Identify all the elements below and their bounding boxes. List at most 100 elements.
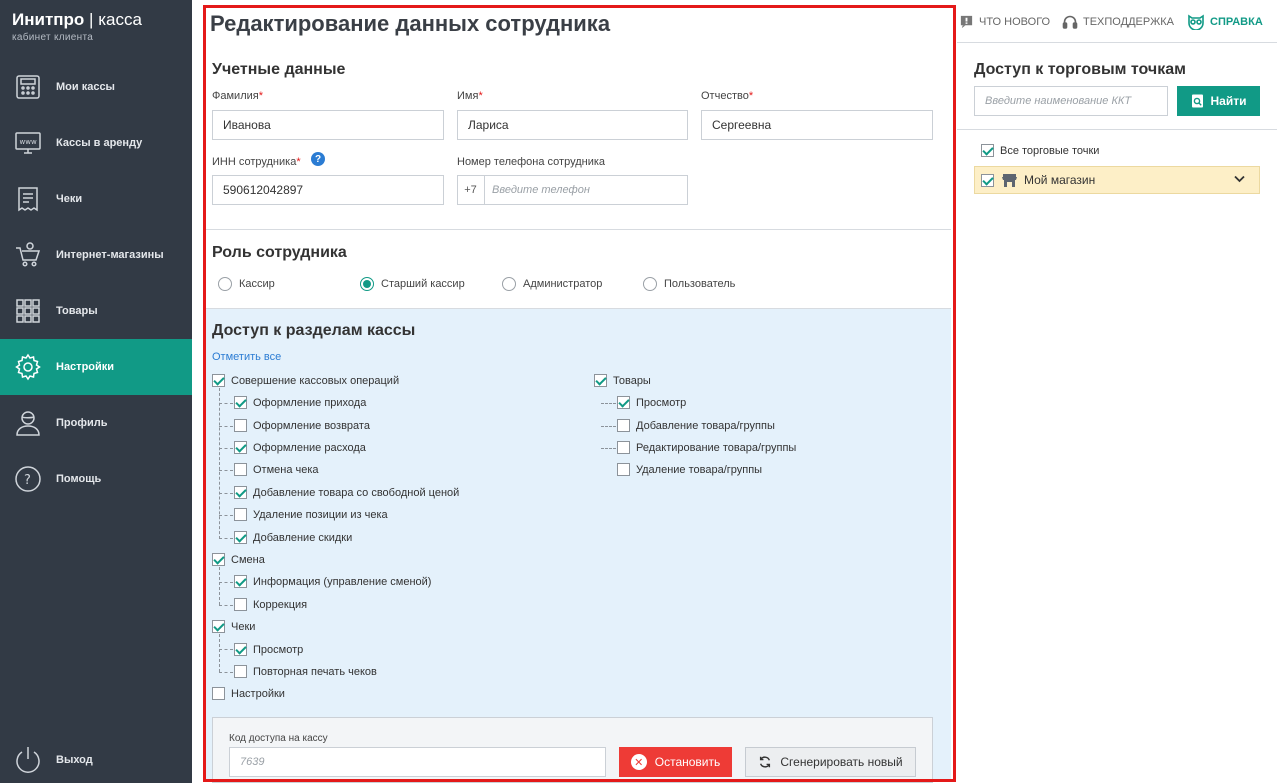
sidebar-item-help[interactable]: ? Помощь bbox=[0, 451, 192, 507]
help-icon[interactable]: ? bbox=[311, 152, 325, 166]
sidebar-item-label: Помощь bbox=[56, 473, 102, 485]
sidebar-item-my-kkt[interactable]: Мои кассы bbox=[0, 59, 192, 115]
perm-correction-checkbox[interactable]: Коррекция bbox=[234, 598, 307, 611]
perm-receipts-checkbox[interactable]: Чеки bbox=[212, 620, 255, 633]
perm-goods-add-checkbox[interactable]: Добавление товара/группы bbox=[617, 419, 775, 432]
right-divider bbox=[957, 129, 1277, 130]
help-link[interactable]: СПРАВКА bbox=[1187, 14, 1263, 30]
sidebar: Инитпро | касса кабинет клиента Мои касс… bbox=[0, 0, 192, 783]
store-checkbox[interactable] bbox=[981, 173, 994, 187]
regenerate-label: Сгенерировать новый bbox=[780, 755, 903, 769]
page-title: Редактирование данных сотрудника bbox=[210, 11, 611, 36]
user-icon bbox=[12, 407, 44, 439]
stop-button[interactable]: ✕ Остановить bbox=[619, 747, 732, 777]
sidebar-item-receipts[interactable]: Чеки bbox=[0, 171, 192, 227]
tree-line bbox=[219, 649, 233, 650]
section-divider bbox=[205, 308, 951, 309]
search-icon bbox=[1191, 94, 1204, 108]
checkbox-box bbox=[234, 396, 247, 409]
perm-income-checkbox[interactable]: Оформление прихода bbox=[234, 396, 366, 409]
chevron-down-icon[interactable] bbox=[1234, 175, 1245, 183]
tree-line bbox=[219, 582, 233, 583]
find-button[interactable]: Найти bbox=[1177, 86, 1260, 116]
stop-label: Остановить bbox=[654, 755, 721, 769]
checkbox-box bbox=[234, 508, 247, 521]
perm-refund-checkbox[interactable]: Оформление возврата bbox=[234, 419, 370, 432]
role-senior-cashier-radio[interactable]: Старший кассир bbox=[360, 277, 465, 291]
logout-button[interactable]: Выход bbox=[0, 732, 192, 783]
gear-icon bbox=[12, 351, 44, 383]
sidebar-nav: Мои кассы www Кассы в аренду Чеки Интерн… bbox=[0, 59, 192, 507]
grid-icon bbox=[12, 295, 44, 327]
checkbox-box bbox=[234, 419, 247, 432]
tree-line bbox=[219, 426, 233, 427]
logo[interactable]: Инитпро | касса кабинет клиента bbox=[12, 10, 142, 43]
perm-remove-item-checkbox[interactable]: Удаление позиции из чека bbox=[234, 508, 388, 521]
tree-line bbox=[601, 403, 616, 404]
checkbox-box bbox=[234, 486, 247, 499]
svg-text:?: ? bbox=[24, 473, 31, 488]
phone-label: Номер телефона сотрудника bbox=[457, 156, 606, 168]
perm-settings-checkbox[interactable]: Настройки bbox=[212, 687, 285, 700]
checkbox-box bbox=[617, 441, 630, 454]
role-cashier-radio[interactable]: Кассир bbox=[218, 277, 275, 291]
perm-expense-checkbox[interactable]: Оформление расхода bbox=[234, 441, 366, 454]
perm-goods-delete-checkbox[interactable]: Удаление товара/группы bbox=[617, 463, 762, 476]
sidebar-item-label: Товары bbox=[56, 305, 98, 317]
sidebar-item-web-shops[interactable]: Интернет-магазины bbox=[0, 227, 192, 283]
tree-line bbox=[219, 403, 233, 404]
perm-free-price-checkbox[interactable]: Добавление товара со свободной ценой bbox=[234, 486, 459, 499]
support-link[interactable]: ТЕХПОДДЕРЖКА bbox=[1062, 14, 1174, 30]
credentials-title: Учетные данные bbox=[212, 61, 346, 78]
patronymic-input[interactable]: Сергеевна bbox=[701, 110, 933, 140]
checkbox-box bbox=[212, 374, 225, 387]
access-code-input[interactable]: 7639 bbox=[229, 747, 606, 777]
checkbox-box bbox=[234, 643, 247, 656]
tree-line bbox=[219, 388, 220, 539]
perm-reprint-checkbox[interactable]: Повторная печать чеков bbox=[234, 665, 377, 678]
role-user-radio[interactable]: Пользователь bbox=[643, 277, 735, 291]
select-all-link[interactable]: Отметить все bbox=[212, 351, 281, 363]
phone-input[interactable]: Введите телефон bbox=[457, 175, 688, 205]
whats-new-label: ЧТО НОВОГО bbox=[979, 15, 1051, 28]
regenerate-button[interactable]: Сгенерировать новый bbox=[745, 747, 916, 777]
kkt-search-input[interactable]: Введите наименование ККТ bbox=[974, 86, 1168, 116]
whats-new-link[interactable]: ЧТО НОВОГО bbox=[959, 14, 1050, 29]
all-points-checkbox[interactable]: Все торговые точки bbox=[981, 144, 1099, 157]
access-code-label: Код доступа на кассу bbox=[229, 733, 328, 744]
last-name-input[interactable]: Иванова bbox=[212, 110, 444, 140]
checkbox-box bbox=[234, 575, 247, 588]
question-icon: ? bbox=[12, 463, 44, 495]
role-admin-radio[interactable]: Администратор bbox=[502, 277, 602, 291]
tree-line bbox=[219, 634, 220, 672]
radio-circle bbox=[360, 277, 374, 291]
sidebar-item-label: Настройки bbox=[56, 361, 115, 373]
sidebar-item-rent[interactable]: www Кассы в аренду bbox=[0, 115, 192, 171]
first-name-input[interactable]: Лариса bbox=[457, 110, 688, 140]
perm-discount-checkbox[interactable]: Добавление скидки bbox=[234, 531, 352, 544]
checkbox-box bbox=[234, 531, 247, 544]
perm-cash-ops-checkbox[interactable]: Совершение кассовых операций bbox=[212, 374, 399, 387]
perm-cancel-receipt-checkbox[interactable]: Отмена чека bbox=[234, 463, 319, 476]
sidebar-item-label: Интернет-магазины bbox=[56, 249, 164, 261]
store-row-my-shop[interactable]: Мой магазин bbox=[974, 166, 1260, 194]
perm-shift-checkbox[interactable]: Смена bbox=[212, 553, 265, 566]
receipt-icon bbox=[12, 183, 44, 215]
sidebar-item-label: Профиль bbox=[56, 417, 108, 429]
sidebar-item-settings[interactable]: Настройки bbox=[0, 339, 192, 395]
svg-text:www: www bbox=[20, 138, 37, 146]
sidebar-item-goods[interactable]: Товары bbox=[0, 283, 192, 339]
perm-receipts-view-checkbox[interactable]: Просмотр bbox=[234, 643, 303, 656]
checkbox-box bbox=[594, 374, 607, 387]
sidebar-item-profile[interactable]: Профиль bbox=[0, 395, 192, 451]
perm-goods-view-checkbox[interactable]: Просмотр bbox=[617, 396, 686, 409]
radio-circle bbox=[502, 277, 516, 291]
checkbox-box bbox=[234, 463, 247, 476]
inn-label: ИНН сотрудника* bbox=[212, 156, 301, 168]
find-label: Найти bbox=[1210, 94, 1247, 108]
sidebar-item-label: Мои кассы bbox=[56, 81, 115, 93]
perm-goods-edit-checkbox[interactable]: Редактирование товара/группы bbox=[617, 441, 796, 454]
inn-input[interactable]: 590612042897 bbox=[212, 175, 444, 205]
perm-goods-checkbox[interactable]: Товары bbox=[594, 374, 651, 387]
perm-shift-info-checkbox[interactable]: Информация (управление сменой) bbox=[234, 575, 431, 588]
